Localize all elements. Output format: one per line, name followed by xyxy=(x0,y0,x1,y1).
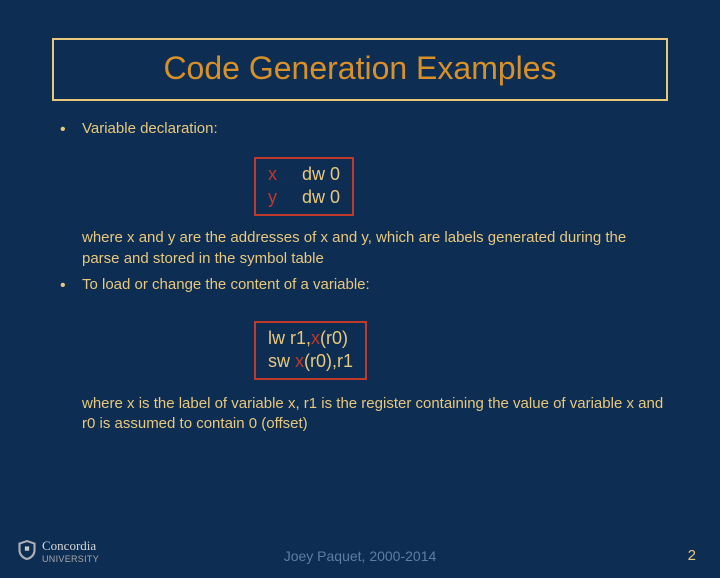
code-line: lw r1,x(r0) xyxy=(268,327,353,350)
bullet-variable-declaration: Variable declaration: xyxy=(54,119,666,139)
slide-title: Code Generation Examples xyxy=(54,50,666,87)
code-symbol-y: y xyxy=(268,187,277,207)
bullet-load-change: To load or change the content of a varia… xyxy=(54,275,666,295)
code-text: sw xyxy=(268,351,295,371)
title-box: Code Generation Examples xyxy=(52,38,668,101)
code-text: dw 0 xyxy=(302,187,340,207)
code-text: (r0) xyxy=(320,328,348,348)
page-number: 2 xyxy=(688,547,696,564)
explanation-text: where x is the label of variable x, r1 i… xyxy=(82,394,666,435)
code-line: sw x(r0),r1 xyxy=(268,350,353,373)
code-symbol-x: x xyxy=(295,351,304,371)
code-symbol-x: x xyxy=(311,328,320,348)
code-text: dw 0 xyxy=(302,164,340,184)
code-symbol-x: x xyxy=(268,164,277,184)
code-box-declaration: x dw 0 y dw 0 xyxy=(254,157,354,216)
slide-content: Variable declaration: x dw 0 y dw 0 wher… xyxy=(54,119,666,435)
code-text: lw r1, xyxy=(268,328,311,348)
code-line: y dw 0 xyxy=(268,186,340,209)
code-box-loadstore: lw r1,x(r0) sw x(r0),r1 xyxy=(254,321,367,380)
explanation-text: where x and y are the addresses of x and… xyxy=(82,228,666,269)
code-line: x dw 0 xyxy=(268,163,340,186)
footer-credit: Joey Paquet, 2000-2014 xyxy=(0,548,720,564)
code-text: (r0),r1 xyxy=(304,351,353,371)
